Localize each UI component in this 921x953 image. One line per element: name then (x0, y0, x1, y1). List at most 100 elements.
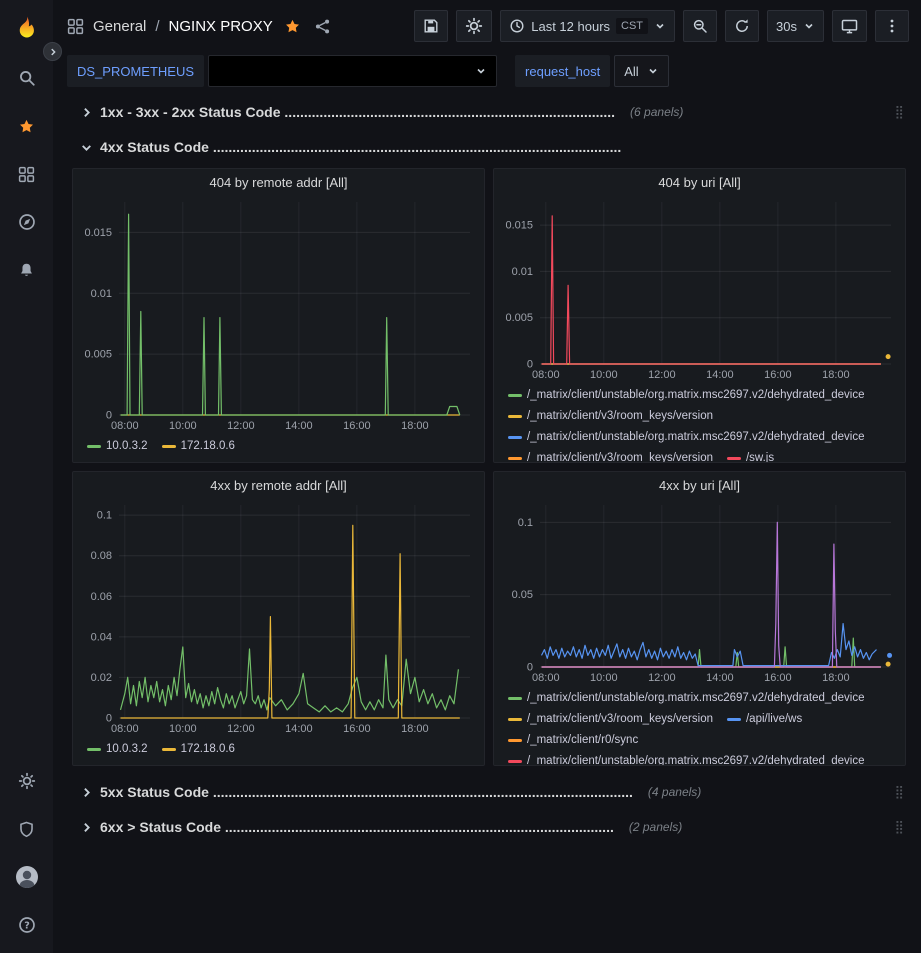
svg-text:08:00: 08:00 (111, 723, 139, 735)
series-point-api-live-ws (887, 653, 892, 658)
svg-text:10:00: 10:00 (169, 420, 197, 432)
sidebar-item-configuration[interactable] (0, 757, 53, 805)
chart-4xx-by-uri[interactable]: 08:0010:0012:0014:0016:0018:0000.050.1 (494, 495, 905, 687)
legend-item[interactable]: 10.0.3.2 (87, 437, 148, 456)
panel-title[interactable]: 404 by remote addr [All] (73, 169, 484, 192)
breadcrumb-separator: / (155, 18, 159, 35)
caret-down-icon (654, 20, 666, 32)
refresh-interval-picker[interactable]: 30s (767, 10, 824, 42)
request-host-picker[interactable]: All (614, 55, 668, 87)
panel-4xx-by-uri: 4xx by uri [All] 08:0010:0012:0014:0016:… (493, 471, 906, 766)
panel-title[interactable]: 404 by uri [All] (494, 169, 905, 192)
time-range-picker[interactable]: Last 12 hoursCST (500, 10, 675, 42)
legend-item[interactable]: /_matrix/client/v3/room_keys/version (508, 710, 713, 729)
sidebar-item-search[interactable] (0, 54, 53, 102)
chart-4xx-by-remote-addr[interactable]: 08:0010:0012:0014:0016:0018:0000.020.040… (73, 495, 484, 738)
legend-item[interactable]: /_matrix/client/unstable/org.matrix.msc2… (508, 689, 865, 708)
svg-text:16:00: 16:00 (343, 723, 371, 735)
chevron-right-icon (80, 106, 93, 119)
chart-canvas[interactable]: 08:0010:0012:0014:0016:0018:0000.0050.01… (494, 192, 905, 384)
legend-item[interactable]: /_matrix/client/v3/room_keys/version (508, 449, 713, 462)
toolbar: Last 12 hoursCST 30s (414, 10, 909, 42)
dashboard-canvas: 1xx - 3xx - 2xx Status Code ............… (53, 90, 921, 953)
legend-label: /_matrix/client/v3/room_keys/version (527, 449, 713, 462)
share-icon[interactable] (314, 18, 331, 35)
panel-legend: /_matrix/client/unstable/org.matrix.msc2… (494, 687, 905, 765)
svg-text:08:00: 08:00 (532, 369, 560, 381)
sidebar-item-alerting[interactable] (0, 246, 53, 294)
svg-text:18:00: 18:00 (401, 420, 429, 432)
row-panel-count: (2 panels) (629, 820, 682, 834)
legend-item[interactable]: /_matrix/client/v3/room_keys/version (508, 407, 713, 426)
caret-down-icon (647, 65, 659, 77)
breadcrumb-dashboard-title[interactable]: NGINX PROXY (169, 18, 273, 35)
variable-label-request-host: request_host (515, 55, 610, 87)
svg-text:0.08: 0.08 (91, 550, 112, 562)
save-dashboard-button[interactable] (414, 10, 448, 42)
breadcrumb-folder[interactable]: General (93, 18, 146, 35)
cycle-view-button[interactable] (832, 10, 867, 42)
legend-swatch (87, 748, 101, 751)
legend-item[interactable]: /_matrix/client/unstable/org.matrix.msc2… (508, 386, 865, 405)
sync-icon (734, 18, 750, 34)
row-panel-count: (6 panels) (630, 105, 683, 119)
svg-text:0: 0 (106, 410, 112, 422)
svg-text:0.005: 0.005 (84, 349, 112, 361)
sidebar-item-server-admin[interactable] (0, 805, 53, 853)
row-title: 4xx Status Code ........................… (100, 139, 621, 155)
zoom-out-button[interactable] (683, 10, 717, 42)
row-header-1xx-3xx-2xx[interactable]: 1xx - 3xx - 2xx Status Code ............… (72, 98, 906, 126)
dashboard-settings-button[interactable] (456, 10, 492, 42)
sidebar-item-explore[interactable] (0, 198, 53, 246)
datasource-picker[interactable] (208, 55, 497, 87)
star-icon[interactable] (284, 18, 301, 35)
legend-label: 172.18.0.6 (181, 740, 235, 759)
panel-title[interactable]: 4xx by uri [All] (494, 472, 905, 495)
series-10.0.3.2 (121, 214, 460, 415)
row-drag-handle[interactable]: ⣿ (894, 785, 906, 800)
sidebar-collapse-button[interactable] (43, 42, 62, 61)
legend-swatch (162, 445, 176, 448)
bell-icon (18, 262, 35, 279)
legend-item[interactable]: /api/live/ws (727, 710, 802, 729)
gear-icon (18, 772, 36, 790)
refresh-button[interactable] (725, 10, 759, 42)
row-header-6xx[interactable]: 6xx > Status Code ......................… (72, 813, 906, 841)
chart-404-by-uri[interactable]: 08:0010:0012:0014:0016:0018:0000.0050.01… (494, 192, 905, 384)
sidebar-item-help[interactable]: ? (0, 901, 53, 949)
chart-canvas[interactable]: 08:0010:0012:0014:0016:0018:0000.020.040… (73, 495, 484, 738)
legend-item[interactable]: /_matrix/client/unstable/org.matrix.msc2… (508, 752, 865, 765)
panel-grid: 404 by remote addr [All] 08:0010:0012:00… (72, 168, 906, 766)
sidebar-item-starred[interactable] (0, 102, 53, 150)
legend-item[interactable]: 172.18.0.6 (162, 437, 235, 456)
axis-labels: 08:0010:0012:0014:0016:0018:0000.0050.01… (505, 220, 849, 381)
svg-text:16:00: 16:00 (764, 369, 792, 381)
chart-404-by-remote-addr[interactable]: 08:0010:0012:0014:0016:0018:0000.0050.01… (73, 192, 484, 435)
legend-swatch (508, 415, 522, 418)
legend-item[interactable]: /_matrix/client/r0/sync (508, 731, 638, 750)
sidebar-item-dashboards[interactable] (0, 150, 53, 198)
chart-canvas[interactable]: 08:0010:0012:0014:0016:0018:0000.0050.01… (73, 192, 484, 435)
row-header-5xx[interactable]: 5xx Status Code ........................… (72, 778, 906, 806)
svg-text:14:00: 14:00 (285, 420, 313, 432)
legend-item[interactable]: /sw.js (727, 449, 774, 462)
kebab-icon (884, 18, 900, 34)
legend-swatch (727, 457, 741, 460)
chart-canvas[interactable]: 08:0010:0012:0014:0016:0018:0000.050.1 (494, 495, 905, 687)
row-drag-handle[interactable]: ⣿ (894, 105, 906, 120)
svg-text:0.01: 0.01 (512, 266, 533, 278)
legend-item[interactable]: /_matrix/client/unstable/org.matrix.msc2… (508, 428, 865, 447)
panel-title[interactable]: 4xx by remote addr [All] (73, 472, 484, 495)
row-header-4xx[interactable]: 4xx Status Code ........................… (72, 133, 906, 161)
sidebar-item-profile[interactable] (0, 853, 53, 901)
top-navbar: General / NGINX PROXY Last 12 hoursCST 30… (53, 0, 921, 52)
svg-text:0: 0 (527, 359, 533, 371)
gridlines (540, 202, 891, 364)
svg-text:12:00: 12:00 (648, 369, 676, 381)
svg-text:0.1: 0.1 (97, 510, 112, 522)
legend-item[interactable]: 172.18.0.6 (162, 740, 235, 759)
legend-swatch (87, 445, 101, 448)
more-menu-button[interactable] (875, 10, 909, 42)
legend-item[interactable]: 10.0.3.2 (87, 740, 148, 759)
row-drag-handle[interactable]: ⣿ (894, 820, 906, 835)
